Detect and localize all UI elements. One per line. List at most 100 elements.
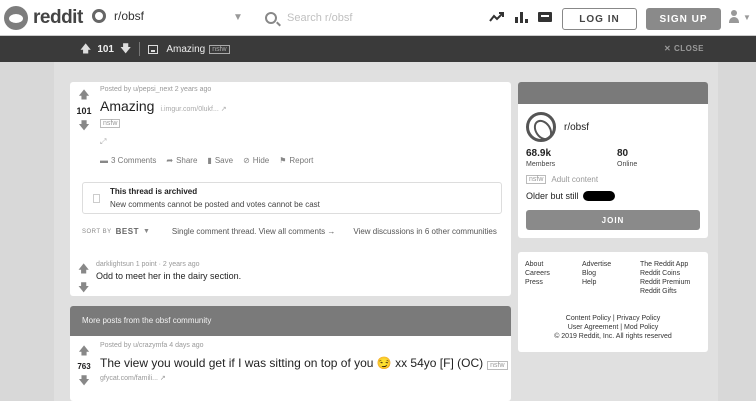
view-all-comments-link[interactable]: Single comment thread. View all comments… — [172, 227, 335, 236]
close-button[interactable]: ✕ CLOSE — [664, 44, 704, 53]
policy-links[interactable]: Content Policy | Privacy Policy — [518, 314, 708, 323]
downvote-icon[interactable]: 🡇 — [120, 40, 131, 59]
adult-content-row: nsfw Adult content — [526, 175, 598, 184]
signup-button[interactable]: SIGN UP — [646, 8, 721, 30]
nsfw-badge: nsfw — [209, 44, 230, 54]
footer-link[interactable]: Reddit Gifts — [640, 287, 690, 296]
reddit-logo[interactable]: reddit — [4, 6, 83, 30]
share-icon: ➦ — [166, 156, 174, 165]
divider — [139, 42, 141, 56]
footer-policy: Content Policy | Privacy Policy User Agr… — [518, 314, 708, 341]
members-label: Members — [526, 161, 556, 168]
report-icon: ⚑ — [279, 156, 287, 165]
footer-link[interactable]: The Reddit App — [640, 260, 690, 269]
more-posts-header: More posts from the obsf community — [70, 306, 511, 336]
upvote-icon[interactable]: 🡅 — [78, 342, 89, 361]
footer-link[interactable]: Advertise — [582, 260, 640, 269]
comment-icon: ▬ — [100, 156, 108, 165]
footer-card: About Careers Press Advertise Blog Help … — [518, 252, 708, 352]
expand-icon[interactable]: ⤢ — [100, 137, 106, 147]
hide-icon: ⊘ — [243, 156, 250, 165]
post-score: 101 — [76, 106, 92, 116]
downvote-icon[interactable]: 🡇 — [78, 117, 89, 136]
upvote-icon[interactable]: 🡅 — [80, 40, 91, 59]
comment-sort-row: SORT BY BEST ▼ Single comment thread. Vi… — [82, 227, 502, 236]
chevron-down-icon: ▼ — [743, 12, 751, 22]
user-icon — [728, 10, 740, 24]
post-card: 🡅 101 🡇 Posted by u/pepsi_next 2 years a… — [70, 82, 511, 296]
community-name[interactable]: r/obsf — [564, 122, 589, 133]
subreddit-selector[interactable]: r/obsf — [92, 9, 144, 23]
more-post-meta: Posted by u/crazymfa 4 days ago — [100, 342, 204, 349]
redaction-mark — [582, 191, 615, 201]
popular-icon[interactable] — [513, 10, 529, 24]
search-bar[interactable] — [265, 8, 470, 28]
reddit-alien-icon — [4, 6, 28, 30]
chat-icon[interactable] — [537, 10, 553, 24]
search-icon — [265, 12, 277, 24]
image-icon — [148, 44, 159, 54]
post-domain-link[interactable]: i.imgur.com/0lukf... ↗ — [160, 105, 226, 113]
nsfw-badge: nsfw — [100, 119, 121, 128]
footer-column-products: The Reddit App Reddit Coins Reddit Premi… — [640, 260, 690, 296]
more-post-link[interactable]: gfycat.com/famili... ↗ — [100, 374, 166, 382]
copyright: © 2019 Reddit, Inc. All rights reserved — [554, 333, 672, 340]
footer-link[interactable]: Blog — [582, 269, 640, 278]
save-button[interactable]: Save — [215, 156, 233, 165]
downvote-icon[interactable]: 🡇 — [78, 372, 89, 391]
report-button[interactable]: Report — [289, 156, 313, 165]
footer-column-resources: Advertise Blog Help — [582, 260, 640, 296]
post-bar-score: 101 — [97, 43, 114, 55]
post-meta: Posted by u/pepsi_next 2 years ago — [100, 86, 212, 93]
footer-link[interactable]: Reddit Coins — [640, 269, 690, 278]
footer-link[interactable]: Careers — [525, 269, 582, 278]
online-label: Online — [617, 161, 638, 168]
save-icon: ▮ — [207, 156, 212, 165]
sort-dropdown[interactable]: BEST — [116, 227, 139, 236]
downvote-icon[interactable]: 🡇 — [78, 279, 89, 298]
description-text: Older but still — [526, 191, 579, 201]
comments-button[interactable]: 3 Comments — [111, 156, 156, 165]
adult-content-label: Adult content — [551, 175, 599, 184]
trending-icon[interactable] — [489, 10, 505, 24]
subreddit-selector-label: r/obsf — [114, 9, 145, 23]
sort-by-label: SORT BY — [82, 228, 112, 235]
logo-text: reddit — [33, 7, 83, 28]
hide-button[interactable]: Hide — [253, 156, 269, 165]
archived-heading: This thread is archived — [110, 187, 198, 196]
online-count: 80 — [617, 148, 629, 159]
footer-link[interactable]: Help — [582, 278, 640, 287]
footer-column-company: About Careers Press — [525, 260, 582, 296]
other-discussions-link[interactable]: View discussions in 6 other communities — [353, 227, 496, 236]
footer-link[interactable]: About — [525, 260, 582, 269]
vote-column: 🡅 101 🡇 — [74, 86, 94, 136]
subreddit-icon — [92, 9, 106, 23]
post-title[interactable]: Amazing — [100, 98, 154, 114]
chevron-down-icon[interactable]: ▼ — [143, 228, 150, 235]
join-button[interactable]: JOIN — [526, 210, 700, 230]
search-input[interactable] — [287, 12, 457, 24]
archived-notice: This thread is archived New comments can… — [82, 182, 502, 214]
upvote-icon[interactable]: 🡅 — [78, 86, 89, 105]
members-stat: 68.9k Members — [526, 148, 555, 168]
post-overlay: 🡅 101 🡇 Posted by u/pepsi_next 2 years a… — [54, 62, 718, 401]
community-card-header — [518, 82, 708, 104]
upvote-icon[interactable]: 🡅 — [78, 260, 89, 279]
footer-link[interactable]: Press — [525, 278, 582, 287]
comment-meta: darklightsun 1 point · 2 years ago — [96, 261, 200, 268]
nsfw-badge: nsfw — [526, 175, 547, 184]
vote-column: 🡅 763 🡇 — [74, 342, 94, 391]
more-post-title[interactable]: The view you would get if I was sitting … — [100, 356, 483, 370]
agreement-links[interactable]: User Agreement | Mod Policy — [518, 323, 708, 332]
community-icon — [526, 112, 556, 142]
members-count: 68.9k — [526, 148, 552, 159]
chevron-down-icon[interactable]: ▼ — [233, 12, 243, 23]
more-posts-card: More posts from the obsf community 🡅 763… — [70, 306, 511, 401]
footer-link[interactable]: Reddit Premium — [640, 278, 690, 287]
online-stat: 80 Online — [617, 148, 637, 168]
community-description: Older but still — [526, 191, 615, 201]
top-header: reddit r/obsf ▼ LOG IN SIGN UP ▼ — [0, 0, 756, 36]
login-button[interactable]: LOG IN — [562, 8, 637, 30]
share-button[interactable]: Share — [176, 156, 197, 165]
user-menu[interactable]: ▼ — [728, 10, 751, 24]
